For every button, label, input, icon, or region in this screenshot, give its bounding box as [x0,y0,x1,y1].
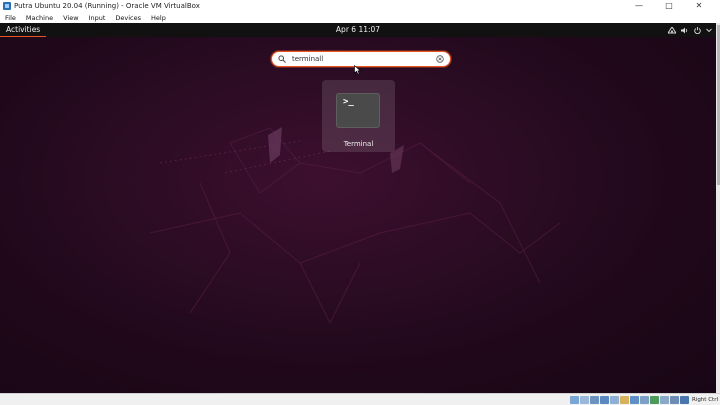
app-result-label: Terminal [343,140,374,148]
clock[interactable]: Apr 6 11:07 [336,23,380,37]
vbox-statusbar: Right Ctrl [0,393,720,405]
recording-icon[interactable] [639,395,649,404]
close-button[interactable]: ✕ [684,0,714,12]
search-icon [275,55,289,63]
activities-button[interactable]: Activities [0,23,47,37]
minimize-button[interactable]: — [624,0,654,12]
menubar: File Machine View Input Devices Help [0,12,720,23]
host-key-label: Right Ctrl [691,396,718,403]
virtualbox-icon [3,2,11,10]
system-tray[interactable] [668,23,712,37]
menu-view[interactable]: View [58,14,83,22]
mouse-cursor-icon [354,65,361,75]
gnome-topbar: Activities Apr 6 11:07 [0,23,716,37]
hdd-icon[interactable] [569,395,579,404]
shared-folder-icon[interactable] [619,395,629,404]
window-title: Putra Ubuntu 20.04 (Running) - Oracle VM… [14,2,200,10]
host-key-icon [679,395,689,404]
menu-help[interactable]: Help [146,14,171,22]
maximize-button[interactable]: □ [654,0,684,12]
display-icon[interactable] [629,395,639,404]
status-icons: Right Ctrl [569,395,718,404]
menu-input[interactable]: Input [84,14,111,22]
window-titlebar: Putra Ubuntu 20.04 (Running) - Oracle VM… [0,0,720,12]
chevron-down-icon [706,28,712,33]
menu-file[interactable]: File [0,14,21,22]
power-icon [694,26,701,34]
menu-machine[interactable]: Machine [21,14,58,22]
scrollbar-thumb[interactable] [716,25,720,185]
window-controls: — □ ✕ [624,0,714,12]
app-result-terminal[interactable]: >_ Terminal [322,80,395,152]
vm-display[interactable]: Activities Apr 6 11:07 terminall >_ Term… [0,23,716,393]
scrollbar[interactable] [716,23,720,393]
audio-icon[interactable] [589,395,599,404]
cpu-icon[interactable] [649,395,659,404]
network-icon [668,26,676,33]
network-icon[interactable] [599,395,609,404]
search-input[interactable]: terminall [289,55,433,63]
terminal-prompt-glyph: >_ [343,97,354,107]
keyboard-icon[interactable] [669,395,679,404]
search-field[interactable]: terminall [271,51,451,67]
usb-icon[interactable] [609,395,619,404]
menu-devices[interactable]: Devices [110,14,146,22]
optical-icon[interactable] [579,395,589,404]
clear-icon[interactable] [433,55,447,63]
mouse-icon[interactable] [659,395,669,404]
volume-icon [681,27,688,33]
wallpaper-art [149,127,561,325]
terminal-icon: >_ [336,93,380,128]
